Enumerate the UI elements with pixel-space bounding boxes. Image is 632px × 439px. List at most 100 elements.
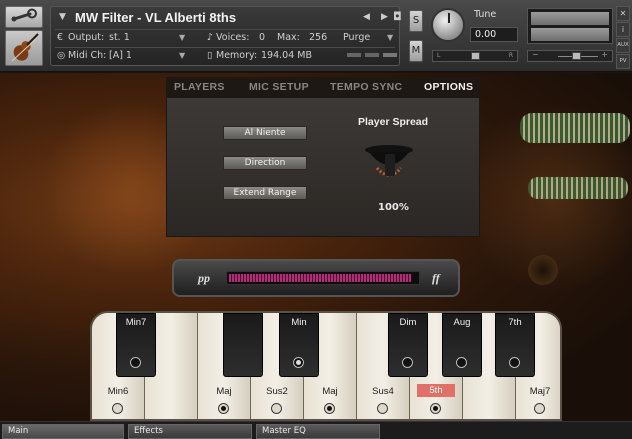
violin-peg-decoration	[528, 255, 558, 285]
chord-radio[interactable]	[509, 357, 520, 368]
chord-radio[interactable]	[377, 403, 388, 414]
purge-menu[interactable]: Purge	[343, 32, 370, 43]
purge-indicator	[347, 53, 361, 57]
prev-instrument-icon[interactable]: ◀	[363, 12, 370, 22]
voices-value: 0	[259, 32, 266, 43]
chord-key-label: Min7	[125, 317, 147, 328]
tab-bar: PLAYERS MIC SETUP TEMPO SYNC OPTIONS	[166, 77, 480, 97]
purge-indicator	[365, 53, 379, 57]
tab-mic-setup[interactable]: MIC SETUP	[249, 81, 309, 93]
instrument-thumbnail[interactable]	[5, 30, 43, 66]
tune-label: Tune	[474, 9, 497, 20]
midi-channel-value[interactable]: [A] 1	[109, 50, 132, 61]
instrument-title[interactable]: MW Filter - VL Alberti 8ths	[75, 10, 236, 25]
close-icon: ✕	[619, 9, 627, 18]
chord-key-label: Dim	[399, 317, 417, 328]
tune-knob[interactable]	[431, 8, 465, 42]
meter-right	[531, 28, 609, 41]
chord-key-min7[interactable]: Min7	[116, 313, 156, 377]
max-label: Max:	[277, 32, 300, 43]
output-dropdown-icon[interactable]: ▼	[179, 33, 185, 42]
chord-key-7th[interactable]: 7th	[495, 313, 535, 377]
aux-button[interactable]: AUX	[616, 38, 630, 53]
bottom-tab-strip: Main Effects Master EQ	[0, 421, 632, 439]
tab-players[interactable]: PLAYERS	[174, 81, 225, 93]
camera-icon[interactable]: ◘	[393, 10, 402, 23]
instrument-header: ▼ MW Filter - VL Alberti 8ths ◀ ▶ ◘ € Ou…	[0, 0, 632, 72]
chord-key-min[interactable]: Min	[279, 313, 319, 377]
player-spread-knob[interactable]	[363, 138, 419, 188]
volume-plus-icon: +	[601, 50, 608, 59]
direction-button[interactable]: Direction	[223, 156, 307, 170]
tab-options[interactable]: OPTIONS	[424, 81, 473, 93]
info-button[interactable]: i	[616, 22, 630, 37]
memory-value: 194.04 MB	[261, 50, 312, 61]
violin-peg-decoration	[520, 113, 630, 143]
chord-radio[interactable]	[402, 357, 413, 368]
mute-button[interactable]: M	[409, 40, 423, 62]
chord-keyboard: Min6 Maj Sus2 Maj Sus4 5th Maj7 Min7 Min…	[90, 311, 562, 421]
purge-indicator	[383, 53, 397, 57]
memory-label: Memory:	[216, 50, 258, 61]
chord-key-label: Min6	[107, 386, 129, 397]
dynamics-meter[interactable]	[226, 271, 420, 285]
chord-key-label: Maj7	[529, 386, 551, 397]
tab-effects[interactable]: Effects	[128, 424, 252, 439]
pan-slider[interactable]: L R	[432, 50, 518, 62]
solo-button[interactable]: S	[409, 10, 423, 32]
chord-key-aug[interactable]: Aug	[442, 313, 482, 377]
chord-radio[interactable]	[218, 403, 229, 414]
dynamics-meter-fill	[229, 274, 411, 282]
al-niente-button[interactable]: Al Niente	[223, 126, 307, 140]
midi-icon: ◎	[57, 50, 66, 61]
chord-key-label-highlighted: 5th	[417, 384, 455, 397]
chord-radio[interactable]	[112, 403, 123, 414]
chord-key-dim[interactable]: Dim	[388, 313, 428, 377]
pan-handle[interactable]	[471, 52, 480, 60]
chord-key-label: Min	[291, 317, 307, 328]
chord-radio[interactable]	[271, 403, 282, 414]
meter-left	[531, 12, 609, 25]
tab-master-eq[interactable]: Master EQ	[256, 424, 380, 439]
midi-dropdown-icon[interactable]: ▼	[179, 51, 185, 60]
chord-key-empty-black[interactable]	[223, 313, 263, 377]
output-icon: €	[57, 32, 64, 43]
chord-key-label: Maj	[216, 386, 232, 397]
purge-dropdown-icon[interactable]: ▼	[387, 33, 393, 42]
next-instrument-icon[interactable]: ▶	[381, 12, 388, 22]
output-level-meter	[527, 8, 613, 44]
info-icon: i	[621, 25, 625, 34]
dynamics-pp-label: pp	[198, 271, 210, 285]
tab-tempo-sync[interactable]: TEMPO SYNC	[330, 81, 402, 93]
tab-main[interactable]: Main	[2, 424, 124, 439]
tune-value[interactable]: 0.00	[470, 27, 518, 42]
chord-radio[interactable]	[430, 403, 441, 414]
chord-key-label: Sus2	[266, 386, 288, 397]
player-spread-title: Player Spread	[358, 116, 429, 128]
chord-key-label: Maj	[322, 386, 338, 397]
wrench-button[interactable]	[5, 6, 43, 28]
chord-radio[interactable]	[130, 357, 141, 368]
volume-handle[interactable]	[572, 52, 581, 60]
chord-radio[interactable]	[324, 403, 335, 414]
pan-left-label: L	[437, 52, 441, 59]
pv-button[interactable]: PV	[616, 54, 630, 69]
wrench-icon	[11, 8, 37, 22]
instrument-panel: PLAYERS MIC SETUP TEMPO SYNC OPTIONS Al …	[0, 73, 632, 421]
output-label: Output:	[68, 32, 105, 43]
close-button[interactable]: ✕	[616, 6, 630, 21]
dynamics-bar[interactable]: pp ff	[172, 259, 460, 297]
collapse-triangle-icon[interactable]: ▼	[59, 12, 66, 22]
chord-radio[interactable]	[456, 357, 467, 368]
divider	[55, 47, 395, 48]
max-voices-value[interactable]: 256	[309, 32, 327, 43]
chord-radio[interactable]	[293, 357, 304, 368]
chord-key-label: Aug	[453, 317, 471, 328]
voices-label: Voices:	[216, 32, 250, 43]
output-value[interactable]: st. 1	[109, 32, 130, 43]
chord-radio[interactable]	[534, 403, 545, 414]
divider	[55, 29, 395, 30]
extend-range-button[interactable]: Extend Range	[223, 186, 307, 200]
violin-icon	[11, 33, 39, 62]
volume-slider[interactable]: − +	[527, 50, 613, 62]
